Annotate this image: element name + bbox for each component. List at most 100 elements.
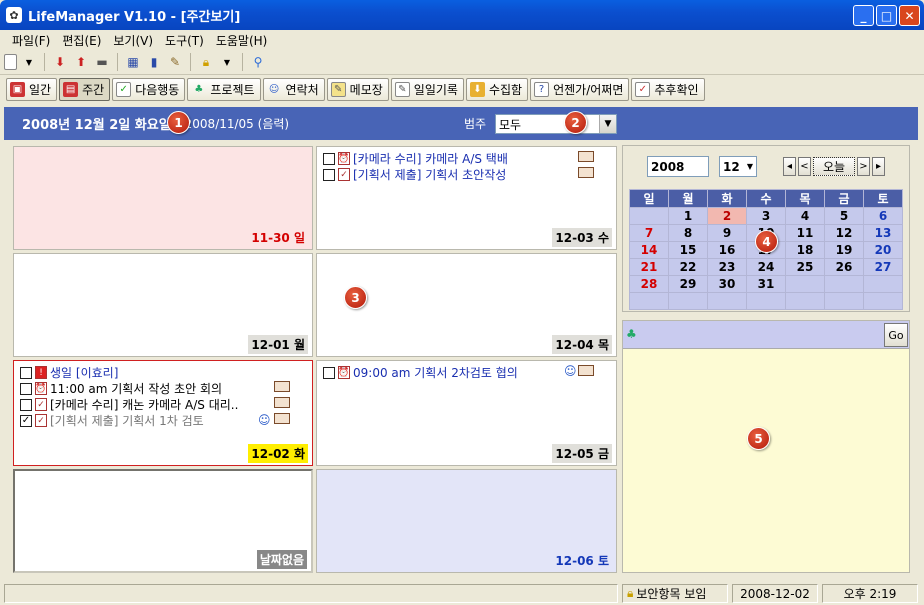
calendar-day[interactable]: 26: [824, 258, 864, 276]
checkbox[interactable]: [323, 366, 335, 379]
menu-tools[interactable]: 도구(T): [159, 32, 210, 49]
view-daily-button[interactable]: ▣ 일간: [6, 78, 58, 101]
maximize-button[interactable]: □: [876, 5, 897, 26]
day-cell-sun[interactable]: 11-30 일: [13, 146, 313, 250]
list-item[interactable]: ! 생일 [이효리]: [20, 364, 118, 381]
checkbox[interactable]: [20, 398, 32, 411]
new-dropdown-icon[interactable]: ▼: [20, 53, 38, 71]
book-icon[interactable]: [274, 413, 290, 424]
calendar-day[interactable]: 15: [668, 241, 708, 259]
calendar-day[interactable]: [863, 292, 903, 310]
checkbox[interactable]: [323, 152, 335, 165]
calendar-day[interactable]: 18: [785, 241, 825, 259]
calendar-day[interactable]: [629, 207, 669, 225]
day-cell-tue[interactable]: ! 생일 [이효리] ⏰ 11:00 am 기획서 작성 초안 회의 ✓ [카메라 수…: [13, 360, 313, 466]
next-button[interactable]: >: [857, 157, 870, 176]
calendar-day[interactable]: 21: [629, 258, 669, 276]
checkbox[interactable]: [20, 366, 32, 379]
calendar-day[interactable]: 28: [629, 275, 669, 293]
close-button[interactable]: ✕: [899, 5, 920, 26]
calendar-day[interactable]: 23: [707, 258, 747, 276]
menu-edit[interactable]: 편집(E): [56, 32, 107, 49]
list-item[interactable]: ✓ [기획서 제출] 기획서 초안작성: [323, 166, 506, 183]
calendar-day[interactable]: 3: [746, 207, 786, 225]
menu-view[interactable]: 보기(V): [107, 32, 159, 49]
new-icon[interactable]: [4, 54, 17, 70]
day-cell-mon[interactable]: 12-01 월: [13, 253, 313, 357]
view-project-button[interactable]: ♣ 프로젝트: [187, 78, 261, 101]
calendar-day[interactable]: 27: [863, 258, 903, 276]
list-item[interactable]: ✓ ✓ [기획서 제출] 기획서 1차 검토: [20, 412, 204, 429]
calendar-day[interactable]: 9: [707, 224, 747, 242]
view-followup-button[interactable]: ✓ 추후확인: [631, 78, 705, 101]
book-icon[interactable]: [274, 397, 290, 408]
calendar-day-today[interactable]: 2: [707, 207, 747, 225]
search-icon[interactable]: ⚲: [249, 53, 267, 71]
calendar-day[interactable]: 29: [668, 275, 708, 293]
wrench-icon[interactable]: ✎: [166, 53, 184, 71]
month-select[interactable]: 12 ▼: [719, 156, 757, 177]
calendar-day[interactable]: 1: [668, 207, 708, 225]
day-cell-fri[interactable]: ⏰ 09:00 am 기획서 2차검토 협의 ☺ 12-05 금: [316, 360, 617, 466]
chevron-down-icon[interactable]: ▼: [599, 115, 616, 133]
book-icon[interactable]: [578, 365, 594, 376]
import-icon[interactable]: ⬇: [51, 53, 69, 71]
list-item[interactable]: ⏰ 11:00 am 기획서 작성 초안 회의: [20, 380, 222, 397]
calendar-day[interactable]: 19: [824, 241, 864, 259]
list-item[interactable]: ⏰ [카메라 수리] 카메라 A/S 택배: [323, 150, 508, 167]
menu-help[interactable]: 도움말(H): [210, 32, 274, 49]
calendar-day[interactable]: 20: [863, 241, 903, 259]
today-button[interactable]: 오늘: [813, 157, 855, 176]
go-button[interactable]: Go: [884, 323, 908, 347]
calendar-day[interactable]: 25: [785, 258, 825, 276]
view-inbox-button[interactable]: ⬇ 수집함: [465, 78, 529, 101]
view-memo-button[interactable]: ✎ 메모장: [326, 78, 389, 101]
calendar-day[interactable]: [668, 292, 708, 310]
first-page-button[interactable]: ◂: [783, 157, 796, 176]
chevron-down-icon[interactable]: ▼: [747, 162, 753, 171]
calendar-day[interactable]: 24: [746, 258, 786, 276]
quick-input-bar[interactable]: ♣ Go: [623, 321, 909, 349]
calendar-day[interactable]: [824, 292, 864, 310]
calendar-day[interactable]: 5: [824, 207, 864, 225]
calendar-day[interactable]: 6: [863, 207, 903, 225]
minimize-button[interactable]: _: [853, 5, 874, 26]
view-weekly-button[interactable]: ▤ 주간: [59, 78, 111, 101]
calendar-day[interactable]: 22: [668, 258, 708, 276]
list-item[interactable]: ✓ [카메라 수리] 캐논 카메라 A/S 대리..: [20, 396, 238, 413]
category-select[interactable]: 모두 ▼: [495, 114, 617, 134]
calendar-day[interactable]: 13: [863, 224, 903, 242]
calendar-day[interactable]: [785, 275, 825, 293]
view-next-action-button[interactable]: ✓ 다음행동: [112, 78, 186, 101]
calendar-day[interactable]: [746, 292, 786, 310]
list-item[interactable]: ⏰ 09:00 am 기획서 2차검토 협의: [323, 364, 518, 381]
calendar-day[interactable]: 8: [668, 224, 708, 242]
calendar-day[interactable]: 14: [629, 241, 669, 259]
drive-icon[interactable]: ▬: [93, 53, 111, 71]
calendar-day[interactable]: 11: [785, 224, 825, 242]
book-icon[interactable]: [274, 381, 290, 392]
calendar-day[interactable]: 30: [707, 275, 747, 293]
view-journal-button[interactable]: ✎ 일일기록: [390, 78, 464, 101]
calendar-day[interactable]: 16: [707, 241, 747, 259]
view-someday-button[interactable]: ? 언젠가/어쩌면: [530, 78, 630, 101]
menu-file[interactable]: 파일(F): [6, 32, 56, 49]
lock-dropdown-icon[interactable]: ▼: [218, 53, 236, 71]
calendar-day[interactable]: [824, 275, 864, 293]
prev-button[interactable]: <: [798, 157, 811, 176]
checkbox-checked[interactable]: ✓: [20, 414, 32, 427]
day-cell-wed[interactable]: ⏰ [카메라 수리] 카메라 A/S 택배 ✓ [기획서 제출] 기획서 초안작성 …: [316, 146, 617, 250]
status-secure[interactable]: 🔒︎ 보안항목 보임: [622, 584, 728, 603]
book-icon[interactable]: [578, 151, 594, 162]
calendar-day[interactable]: 4: [785, 207, 825, 225]
export-icon[interactable]: ⬆: [72, 53, 90, 71]
view-contacts-button[interactable]: ☺ 연락처: [262, 78, 325, 101]
no-date-cell[interactable]: 날짜없음: [13, 469, 313, 573]
lock-icon[interactable]: 🔒︎: [197, 53, 215, 71]
year-spinner[interactable]: 2008: [647, 156, 709, 177]
calendar-day[interactable]: 7: [629, 224, 669, 242]
checkbox[interactable]: [323, 168, 335, 181]
calendar-day[interactable]: [785, 292, 825, 310]
book-icon[interactable]: ▮: [145, 53, 163, 71]
last-page-button[interactable]: ▸: [872, 157, 885, 176]
